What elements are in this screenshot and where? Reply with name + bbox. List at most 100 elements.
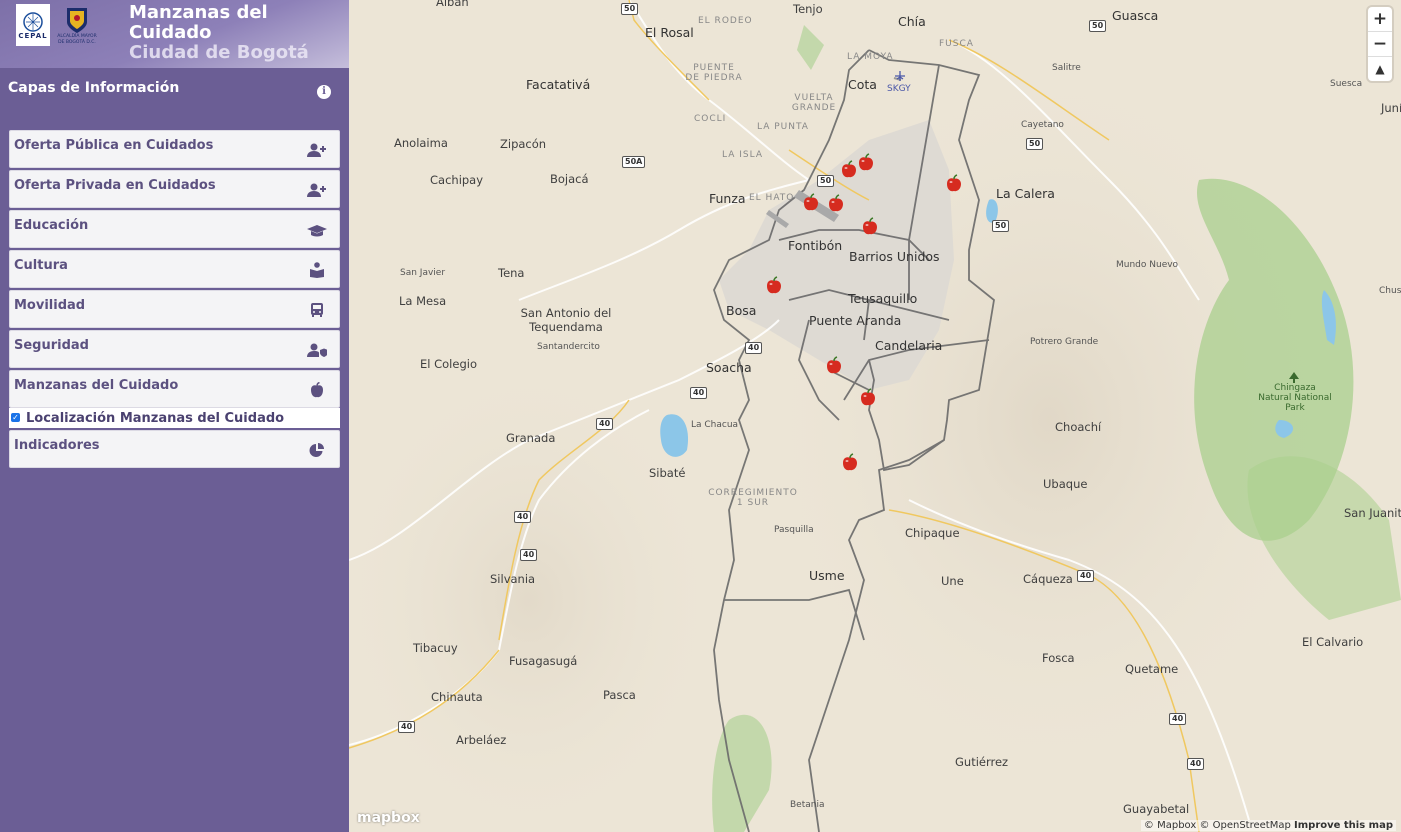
place-label: Funza <box>709 191 746 206</box>
place-label: Tibacuy <box>413 641 458 655</box>
apple-marker-icon[interactable] <box>825 356 843 374</box>
zoom-in-button[interactable]: + <box>1368 7 1392 32</box>
road-shield: 40 <box>1169 713 1187 725</box>
apple-marker-icon[interactable] <box>861 217 879 235</box>
bus-icon <box>311 303 323 317</box>
place-label: Chinauta <box>431 690 483 704</box>
place-label: Tenjo <box>793 2 823 16</box>
layer-label: Movilidad <box>14 298 86 313</box>
app-header: CEPAL ALCALDÍA MAYOR DE BOGOTÁ D.C. Manz… <box>0 0 349 68</box>
place-label: Arbeláez <box>456 733 507 747</box>
cepal-logo: CEPAL <box>16 4 50 46</box>
layer-label: Indicadores <box>14 438 100 453</box>
apple-marker-icon[interactable] <box>857 153 875 171</box>
layer-manzanas[interactable]: Manzanas del Cuidado <box>9 370 340 408</box>
layer-cultura[interactable]: Cultura <box>9 250 340 288</box>
place-label: El Calvario <box>1302 635 1364 649</box>
layer-movilidad[interactable]: Movilidad <box>9 290 340 328</box>
road-shield: 40 <box>690 387 708 399</box>
sublayer-localizacion[interactable]: ✓ Localización Manzanas del Cuidado <box>9 408 340 428</box>
place-label: Une <box>941 574 964 588</box>
place-label: VUELTA GRANDE <box>791 93 837 113</box>
place-label: Pasquilla <box>774 525 814 535</box>
place-label: Pasca <box>603 688 636 702</box>
layer-oferta-privada[interactable]: Oferta Privada en Cuidados <box>9 170 340 208</box>
info-icon[interactable]: i <box>317 85 331 99</box>
chart-pie-icon <box>309 443 324 457</box>
sublayer-checkbox[interactable]: ✓ <box>11 413 20 422</box>
place-label: Ubaque <box>1043 477 1088 491</box>
place-label: Teusaquillo <box>848 291 918 306</box>
cepal-logo-text: CEPAL <box>18 32 48 40</box>
bogota-shield-icon <box>67 8 87 33</box>
sublayer-label: Localización Manzanas del Cuidado <box>26 411 285 426</box>
place-label: Fontibón <box>788 238 843 253</box>
airport-icon <box>895 71 905 81</box>
layer-educacion[interactable]: Educación <box>9 210 340 248</box>
place-label: Chía <box>898 14 926 29</box>
road-shield: 40 <box>596 418 614 430</box>
apple-marker-icon[interactable] <box>859 388 877 406</box>
reader-icon <box>310 262 324 278</box>
layers-header: Capas de Información i <box>0 76 349 116</box>
apple-icon <box>311 382 323 398</box>
layer-label: Manzanas del Cuidado <box>14 378 179 393</box>
road-shield: 50 <box>992 220 1010 232</box>
user-plus-icon <box>307 143 326 157</box>
place-label: SKGY <box>887 84 911 94</box>
place-label: El Colegio <box>420 357 477 371</box>
app-title-line3: Ciudad de Bogotá <box>129 42 309 63</box>
app-title: Manzanas del Cuidado Ciudad de Bogotá <box>129 3 309 63</box>
road-shield: 50A <box>622 156 646 168</box>
attribution-text[interactable]: © Mapbox © OpenStreetMap <box>1144 820 1291 831</box>
place-label: Facatativá <box>526 77 591 92</box>
place-label: Chipaque <box>905 526 960 540</box>
zoom-controls: + − ▲ <box>1368 7 1392 81</box>
layer-indicadores[interactable]: Indicadores <box>9 430 340 468</box>
place-label: Chus <box>1379 286 1401 296</box>
map-basemap <box>349 0 1401 832</box>
place-label: Bojacá <box>550 172 589 186</box>
layer-oferta-publica[interactable]: Oferta Pública en Cuidados <box>9 130 340 168</box>
road-shield: 50 <box>817 175 835 187</box>
place-label: Albán <box>436 0 469 9</box>
improve-map-link[interactable]: Improve this map <box>1294 820 1393 831</box>
apple-marker-icon[interactable] <box>802 193 820 211</box>
road-shield: 40 <box>1187 758 1205 770</box>
place-label: Silvania <box>490 572 536 586</box>
place-label: Bosa <box>726 303 757 318</box>
apple-marker-icon[interactable] <box>945 174 963 192</box>
place-label: PUENTE DE PIEDRA <box>685 63 743 83</box>
user-shield-icon <box>307 343 327 357</box>
layers-title: Capas de Información <box>8 80 180 96</box>
place-label: CORREGIMIENTO 1 SUR <box>708 488 798 508</box>
place-label: Guayabetal <box>1123 802 1190 816</box>
layer-seguridad[interactable]: Seguridad <box>9 330 340 368</box>
place-label: EL RODEO <box>698 16 753 26</box>
road-shield: 40 <box>1077 570 1095 582</box>
sidebar: CEPAL ALCALDÍA MAYOR DE BOGOTÁ D.C. Manz… <box>0 0 350 832</box>
place-label: San Javier <box>400 268 446 278</box>
graduation-cap-icon <box>307 225 327 237</box>
apple-marker-icon[interactable] <box>841 453 859 471</box>
apple-marker-icon[interactable] <box>840 160 858 178</box>
app-title-line2: Cuidado <box>129 22 212 43</box>
place-label: El Rosal <box>645 25 694 40</box>
apple-marker-icon[interactable] <box>827 194 845 212</box>
road-shield: 50 <box>621 3 639 15</box>
place-label: Quetame <box>1125 662 1179 676</box>
mapbox-logo[interactable]: mapbox <box>357 810 420 826</box>
apple-marker-icon[interactable] <box>765 276 783 294</box>
place-label: FUSCA <box>939 39 974 49</box>
map-canvas[interactable]: Albán El Rosal Tenjo Chía Guasca Facatat… <box>349 0 1401 832</box>
place-label: Granada <box>506 431 556 445</box>
layer-label: Cultura <box>14 258 68 273</box>
compass-button[interactable]: ▲ <box>1368 57 1392 81</box>
place-label: Betania <box>790 800 825 810</box>
place-label: La Calera <box>996 186 1055 201</box>
layer-label: Seguridad <box>14 338 89 353</box>
place-label: La Mesa <box>399 294 447 308</box>
bogota-logo: ALCALDÍA MAYOR DE BOGOTÁ D.C. <box>55 4 99 48</box>
zoom-out-button[interactable]: − <box>1368 32 1392 57</box>
place-label: Cota <box>848 77 877 92</box>
